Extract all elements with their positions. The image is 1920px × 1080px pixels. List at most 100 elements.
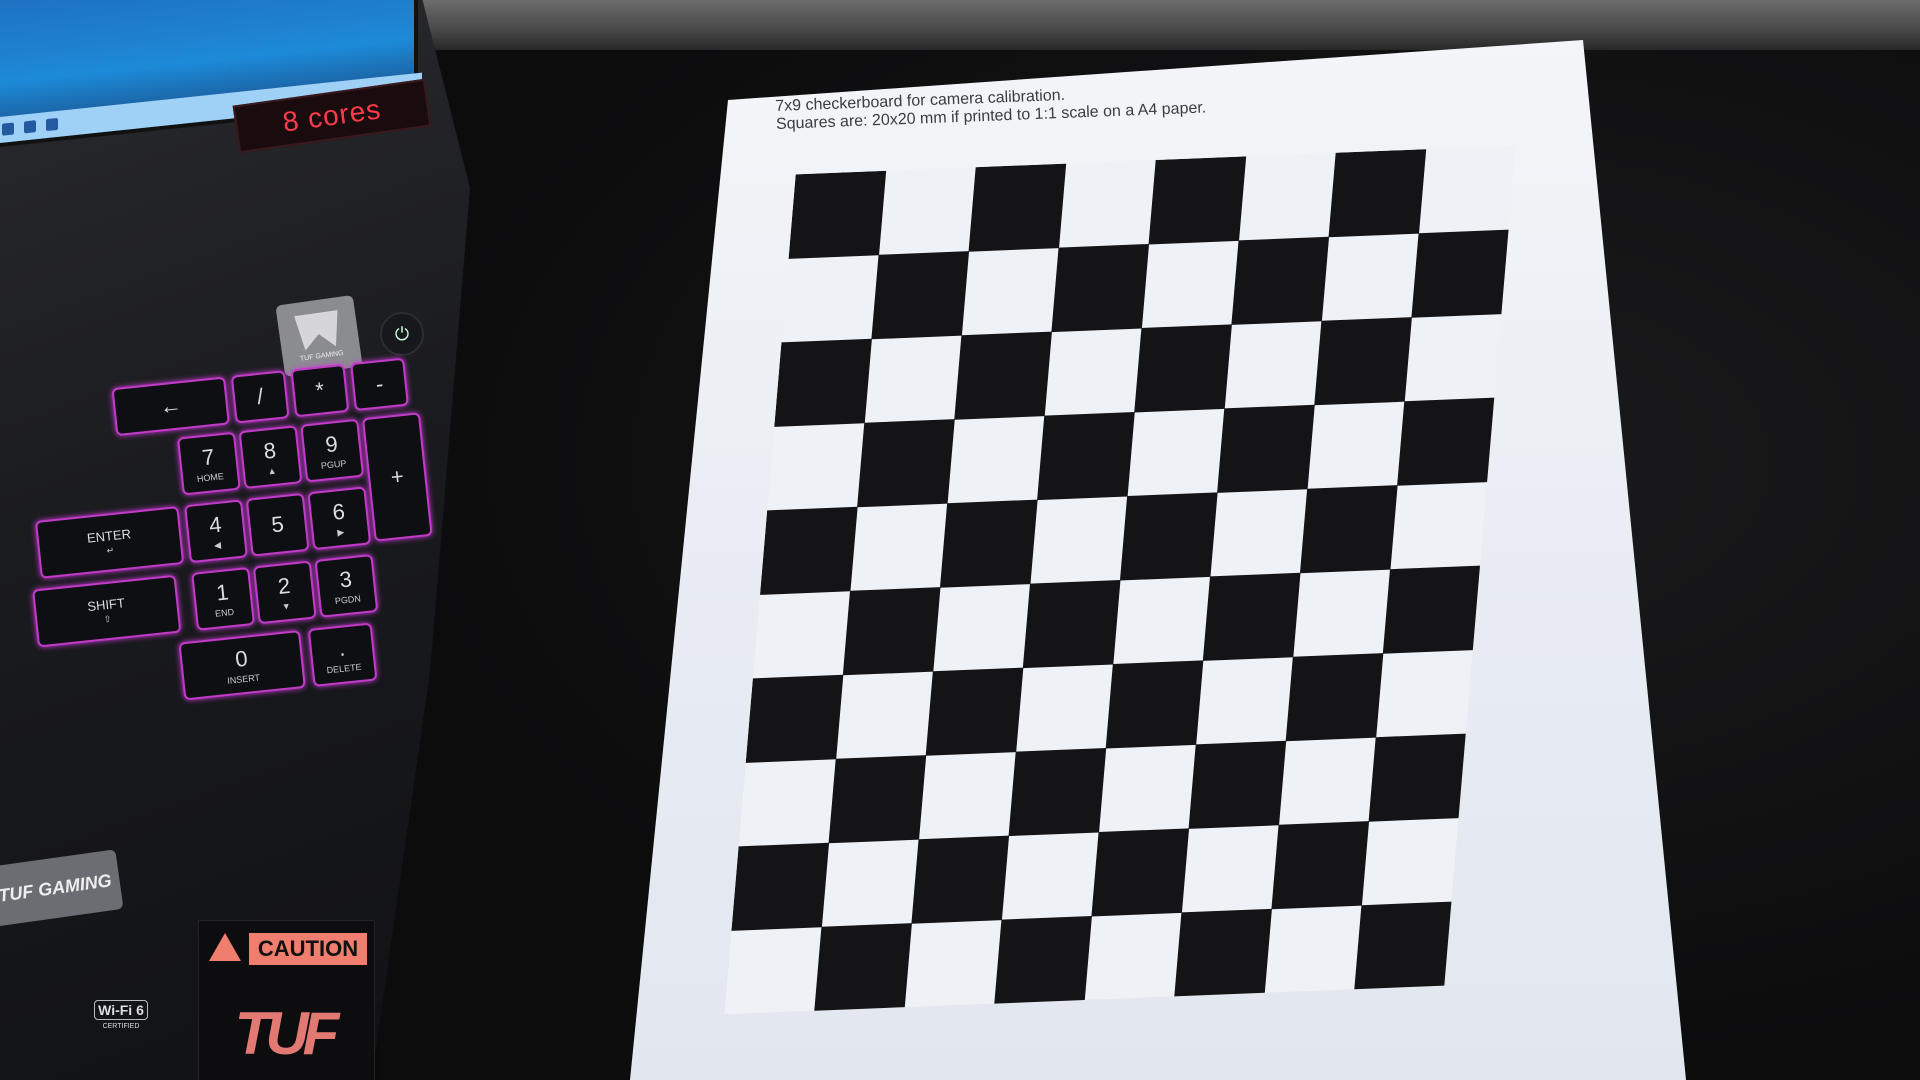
keyboard-key: 9 PGUP [300,418,365,483]
keyboard-key: 1 END [191,567,255,631]
keyboard-key: 5 [245,492,310,557]
checkerboard-dark-square [1202,572,1301,661]
caution-art: TUF [234,1000,340,1067]
checkerboard-dark-square [759,506,858,595]
checkerboard-dark-square [939,499,1038,588]
keyboard-key: / [230,370,290,424]
keyboard-key: . DELETE [307,622,378,687]
checkerboard-dark-square [1148,156,1247,245]
key-label: ← [158,392,183,420]
checkerboard-dark-square [1314,317,1412,406]
key-sublabel: PGUP [320,458,347,471]
checkerboard-dark-square [1105,660,1204,749]
key-label: 1 [215,579,230,606]
checkerboard-dark-square [1354,901,1452,990]
key-label: . [337,635,347,661]
keyboard-key: SHIFT ⇧ [32,574,182,648]
cores-badge-text: 8 cores [280,93,384,138]
checkerboard-dark-square [1037,411,1135,501]
keyboard-key: * [290,363,350,418]
key-label: 9 [324,431,339,458]
checkerboard-dark-square [1231,236,1330,325]
wifi-sub: CERTIFIED [102,1023,140,1030]
checkerboard-dark-square [954,331,1052,420]
key-label: + [389,463,405,490]
caution-label: CAUTION [249,933,367,965]
keyboard-key: - [350,357,409,412]
checkerboard-dark-square [1299,485,1398,574]
keyboard-key: 4 ◀ [184,499,248,564]
keyboard-key: 2 ▼ [252,560,317,625]
key-label: 2 [276,572,292,600]
keyboard-key: 6 ▶ [307,486,372,551]
checkerboard-dark-square [814,923,912,1012]
checkerboard-dark-square [925,667,1024,756]
checkerboard-dark-square [1397,397,1495,486]
key-label: * [314,377,326,404]
checkerboard-dark-square [1382,565,1481,654]
checkerboard-dark-square [828,755,927,844]
key-label: 3 [338,566,354,593]
checkerboard-dark-square [871,251,970,340]
checkerboard-dark-square [731,842,830,931]
keyboard-key: 7 HOME [177,431,241,496]
checkerboard-dark-square [842,587,941,676]
checkerboard-dark-square [745,674,844,763]
keyboard-key: 3 PGDN [314,554,379,618]
key-label: - [374,371,385,397]
keyboard-key: ENTER ↵ [34,506,185,579]
checkerboard-dark-square [1368,733,1467,822]
key-sublabel: HOME [196,471,225,484]
keyboard-key: 8 ▲ [238,425,303,490]
key-sublabel: DELETE [326,661,362,676]
checkerboard-dark-square [788,170,887,259]
checkerboard-dark-square [911,835,1010,924]
key-sublabel: ↵ [106,545,115,556]
keyboard-key: + [361,412,433,542]
key-label: ENTER [86,526,132,546]
keyboard-key: ← [111,376,230,437]
checkerboard-dark-square [1008,747,1107,837]
checkerboard-svg [724,145,1516,1015]
key-sublabel: ▼ [281,600,292,612]
tuf-sticker-text: TUF GAMING [0,869,113,906]
checkerboard-dark-square [1411,229,1510,318]
key-sublabel: ◀ [213,539,222,551]
caution-sticker: CAUTION TUF [198,920,375,1080]
checkerboard-dark-square [774,338,872,427]
key-sublabel: ▶ [336,526,345,538]
checkerboard-dark-square [1051,243,1150,333]
key-sublabel: ▲ [267,465,277,477]
checkerboard-dark-square [1271,821,1370,910]
checkerboard-dark-square [857,419,955,508]
checkerboard [724,145,1516,1015]
checkerboard-dark-square [994,915,1092,1005]
taskbar-app-icon [46,117,58,132]
checkerboard-dark-square [1188,740,1287,829]
checkerboard-dark-square [1022,579,1121,669]
windows-icon [2,122,14,136]
key-sublabel: ⇧ [103,613,112,625]
key-sublabel: PGDN [334,593,362,607]
wifi-label: Wi-Fi 6 [94,1000,148,1020]
key-sublabel: END [214,606,235,619]
checkerboard-dark-square [1174,908,1272,997]
key-label: 8 [262,437,278,464]
checkerboard-dark-square [1119,492,1218,581]
taskbar-app-icon [24,120,36,134]
checkerboard-dark-square [1091,828,1190,917]
checkerboard-dark-square [1134,324,1232,413]
keyboard-key: 0 INSERT [178,630,306,701]
key-label: 4 [207,511,223,538]
checkerboard-dark-square [1285,653,1384,742]
checkerboard-dark-square [1328,149,1427,238]
key-label: 7 [200,444,216,471]
checkerboard-dark-square [1217,404,1315,493]
wifi-badge: Wi-Fi 6 CERTIFIED [86,1000,156,1060]
photo-scene: 8 cores TUF GAMING ⏻ ← / * -7 HOME 8 ▲ 9 PGUP + EN… [0,0,1920,1080]
key-label: 6 [331,498,346,525]
warning-icon [209,933,241,961]
key-label: SHIFT [86,595,126,615]
key-sublabel: INSERT [226,672,261,686]
key-label: 0 [234,645,249,672]
